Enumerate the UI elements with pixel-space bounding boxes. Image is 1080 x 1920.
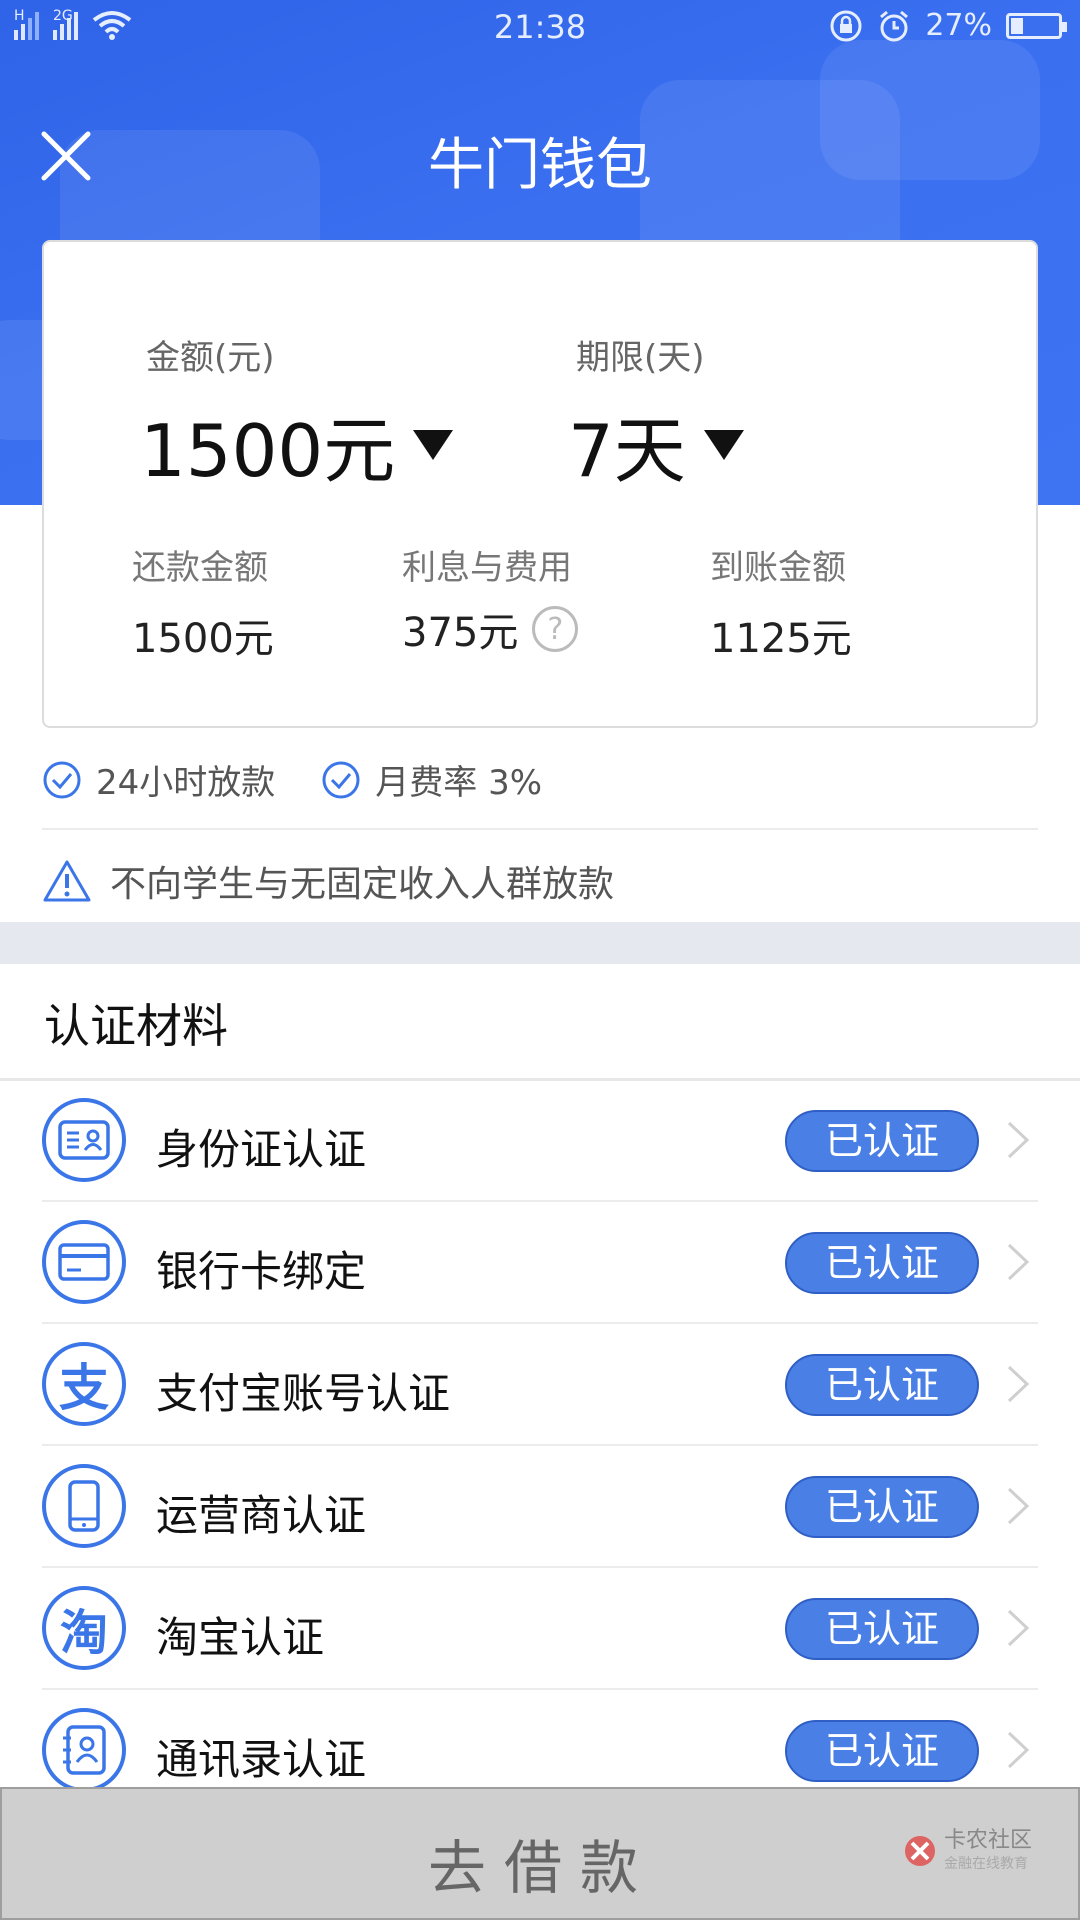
verified-badge: 已认证 [785,1354,979,1416]
loan-card: 金额(元) 1500元 期限(天) 7天 还款金额 1500元 利息与费用 37… [42,240,1038,728]
auth-section-title: 认证材料 [44,999,228,1053]
auth-item-alipay[interactable]: 支 支付宝账号认证 已认证 [0,1324,1080,1446]
auth-item-label: 淘宝认证 [156,1613,325,1662]
chevron-right-icon [1007,1609,1030,1647]
warning-row: 不向学生与无固定收入人群放款 [42,855,614,907]
taobao-icon: 淘 [42,1586,126,1670]
auth-item-id-card[interactable]: 身份证认证 已认证 [0,1080,1080,1202]
receive-value: 1125元 [710,606,852,664]
repay-value: 1500元 [132,606,274,664]
amount-selector[interactable]: 1500元 [140,392,454,497]
feature-item: 24小时放款 [42,755,275,804]
amount-label: 金额(元) [146,338,275,378]
verified-badge: 已认证 [785,1598,979,1660]
auth-item-label: 支付宝账号认证 [156,1369,451,1418]
watermark: 卡农社区 金融在线教育 [902,1829,1032,1873]
verified-badge: 已认证 [785,1720,979,1782]
battery-icon [1006,12,1067,39]
page-title: 牛门钱包 [428,133,652,198]
watermark-logo-icon [905,1836,935,1866]
chevron-right-icon [1007,1365,1030,1403]
receive-amount: 1125元 [710,616,852,662]
rotation-lock-icon [830,10,862,41]
check-circle-icon [43,761,81,798]
dropdown-triangle-icon [413,429,454,460]
auth-item-label: 银行卡绑定 [156,1247,367,1296]
status-right: 27% [829,8,1067,43]
dropdown-triangle-icon [703,429,744,460]
auth-item-bank-card[interactable]: 银行卡绑定 已认证 [0,1202,1080,1324]
feature-row: 24小时放款 月费率 3% [42,755,588,804]
auth-item-label: 身份证认证 [156,1125,367,1174]
warning-icon [43,860,91,902]
fee-value: 375元 ? [402,600,579,658]
term-selector[interactable]: 7天 [568,392,744,497]
alarm-icon [880,10,909,41]
check-circle-icon [322,761,360,798]
watermark-text: 卡农社区 金融在线教育 [944,1829,1032,1873]
verified-badge: 已认证 [785,1476,979,1538]
borrow-button[interactable]: 去借款 卡农社区 金融在线教育 [0,1787,1080,1920]
phone-icon [42,1464,126,1548]
alipay-icon: 支 [42,1342,126,1426]
term-label: 期限(天) [576,338,705,378]
feature-item: 月费率 3% [321,755,542,804]
watermark-title: 卡农社区 [944,1828,1033,1853]
watermark-subtitle: 金融在线教育 [944,1856,1028,1872]
contacts-icon [42,1708,126,1792]
bank-card-icon [42,1220,126,1304]
section-separator [0,922,1080,964]
chevron-right-icon [1007,1243,1030,1281]
feature-label: 月费率 3% [375,763,543,803]
status-bar: H 2G 21:38 27% [0,0,1080,56]
fee-amount: 375元 [402,610,519,656]
help-question-icon[interactable]: ? [532,606,579,652]
chevron-right-icon [1007,1731,1030,1769]
verified-badge: 已认证 [785,1232,979,1294]
repay-label: 还款金额 [132,548,268,588]
feature-label: 24小时放款 [96,763,276,803]
auth-item-carrier[interactable]: 运营商认证 已认证 [0,1446,1080,1568]
divider [42,828,1038,830]
fee-label: 利息与费用 [402,548,572,588]
warning-text: 不向学生与无固定收入人群放款 [110,864,615,905]
term-value: 7天 [568,409,686,493]
repay-amount: 1500元 [132,616,274,662]
verified-badge: 已认证 [785,1110,979,1172]
receive-label: 到账金额 [710,548,846,588]
battery-percent: 27% [925,8,992,43]
auth-item-label: 通讯录认证 [156,1735,367,1784]
chevron-right-icon [1007,1121,1030,1159]
id-card-icon [42,1098,126,1182]
auth-item-taobao[interactable]: 淘 淘宝认证 已认证 [0,1568,1080,1690]
auth-item-label: 运营商认证 [156,1491,367,1540]
chevron-right-icon [1007,1487,1030,1525]
amount-value: 1500元 [140,409,396,493]
